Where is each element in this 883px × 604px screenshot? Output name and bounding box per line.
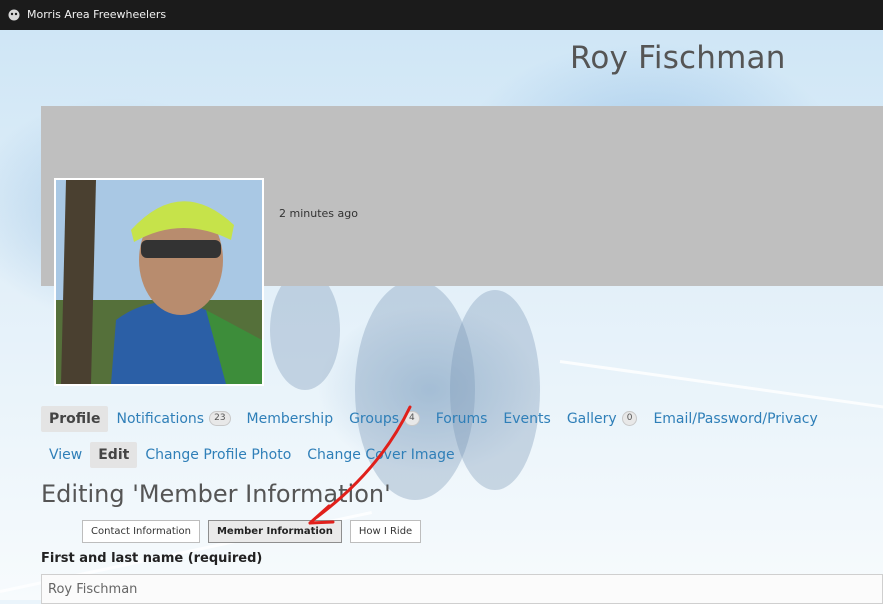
last-active-time: 2 minutes ago <box>279 207 358 220</box>
name-field-label: First and last name (required) <box>41 551 263 566</box>
avatar[interactable] <box>54 178 264 386</box>
tab-events[interactable]: Events <box>495 406 558 432</box>
app-icon <box>8 9 20 21</box>
gallery-count-badge: 0 <box>621 411 638 426</box>
tab-member-information[interactable]: Member Information <box>207 520 342 543</box>
subnav-change-cover-image[interactable]: Change Cover Image <box>299 442 462 468</box>
tab-label: Membership <box>246 410 334 427</box>
tab-gallery[interactable]: Gallery 0 <box>559 406 646 432</box>
page-title: Editing 'Member Information' <box>41 480 391 508</box>
tab-label: Groups <box>349 410 399 427</box>
notifications-count-badge: 23 <box>209 411 231 426</box>
subnav-label: Change Cover Image <box>307 446 455 463</box>
window-title-bar: Morris Area Freewheelers <box>0 0 883 30</box>
tab-label: Forums <box>435 410 488 427</box>
profile-name: Roy Fischman <box>570 40 786 76</box>
tab-how-i-ride[interactable]: How I Ride <box>349 520 422 543</box>
subnav-change-profile-photo[interactable]: Change Profile Photo <box>137 442 299 468</box>
tab-groups[interactable]: Groups 4 <box>341 406 428 432</box>
groups-count-badge: 4 <box>404 411 420 426</box>
subnav-label: View <box>49 446 83 463</box>
tab-profile[interactable]: Profile <box>41 405 109 432</box>
tab-label: Profile <box>49 410 101 427</box>
tab-notifications[interactable]: Notifications 23 <box>108 406 238 432</box>
window-title: Morris Area Freewheelers <box>27 8 167 21</box>
tab-label: Email/Password/Privacy <box>653 410 818 427</box>
subnav-label: Change Profile Photo <box>145 446 292 463</box>
tab-label: Events <box>503 410 551 427</box>
tab-label: Gallery <box>566 410 617 427</box>
tab-label: Notifications <box>116 410 205 427</box>
subnav-view[interactable]: View <box>41 442 90 468</box>
tab-contact-information[interactable]: Contact Information <box>82 520 200 543</box>
tab-email-password-privacy[interactable]: Email/Password/Privacy <box>645 406 825 432</box>
tab-forums[interactable]: Forums <box>428 406 496 432</box>
tab-membership[interactable]: Membership <box>239 406 342 432</box>
subnav-edit[interactable]: Edit <box>90 441 138 468</box>
avatar-photo <box>56 180 262 384</box>
subnav-label: Edit <box>98 446 130 463</box>
primary-nav: Profile Notifications 23 Membership Grou… <box>41 405 826 432</box>
profile-field-group-tabs: Contact Information Member Information H… <box>82 520 422 543</box>
profile-subnav: View Edit Change Profile Photo Change Co… <box>41 441 463 468</box>
